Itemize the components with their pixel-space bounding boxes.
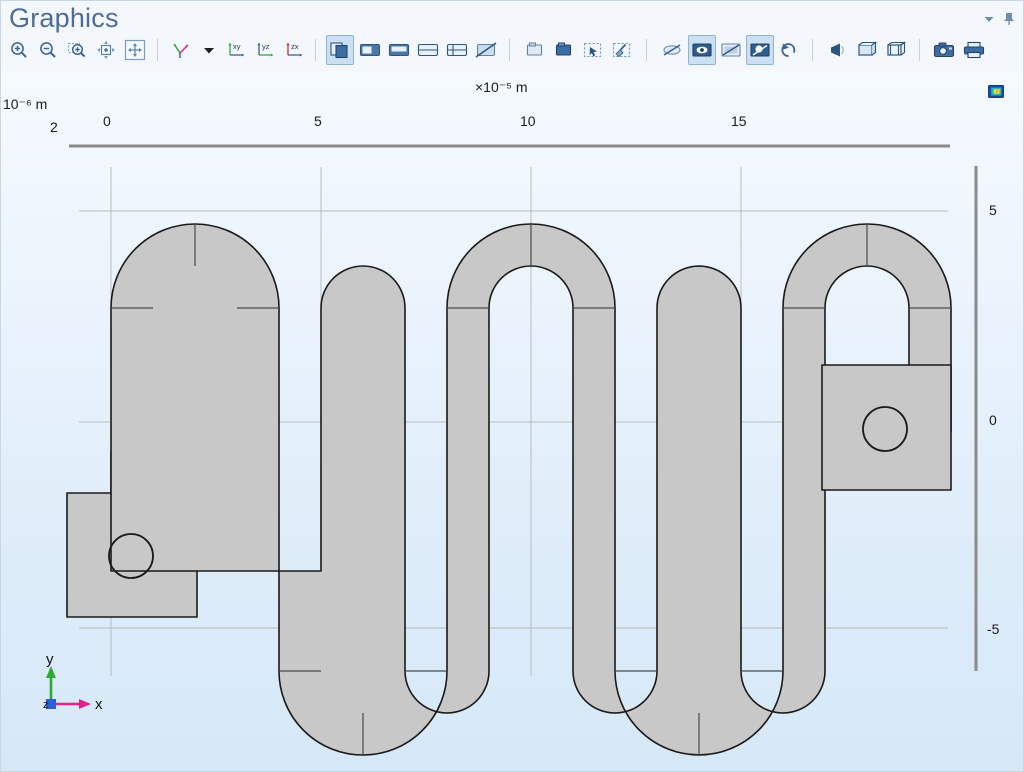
toolbar-separator [157,39,158,61]
view-xy-button[interactable]: xy [222,35,250,65]
show-geometry-button[interactable] [688,35,716,65]
view-cube-button[interactable] [853,35,881,65]
reset-arrow-icon [781,43,796,57]
broom-icon [612,42,631,58]
page-title: Graphics [9,3,119,33]
axis-triad: z y x [37,656,117,726]
pin-icon[interactable] [1001,11,1017,27]
graphics-header: Graphics xy yz zx [1,1,1023,71]
graphics-canvas[interactable]: ×10⁻⁵ m 10⁻⁶ m 0 5 10 15 2 5 0 -5 z y x [1,71,1023,771]
x-tick-label: 5 [314,113,322,129]
printer-icon [963,41,985,59]
zoom-in-icon [11,42,27,58]
zoom-in-button[interactable] [5,35,33,65]
view-z-plane-icon [417,43,439,57]
x-tick-label: 10 [520,113,536,129]
camera-icon [933,42,955,58]
hide-geometry-button[interactable] [472,35,500,65]
right-contact-pad [821,364,952,491]
go-to-default-view-button[interactable] [167,35,195,65]
serpentine-heater-geometry[interactable] [66,223,952,756]
triad-z-label: z [43,699,49,711]
show-material-button[interactable] [746,35,774,65]
toolbar-separator [646,39,647,61]
view-yz-button[interactable]: yz [251,35,279,65]
toolbar-separator [509,39,510,61]
svg-text:yz: yz [262,42,270,51]
chevron-down-icon [204,48,214,54]
select-box-icon [526,42,543,56]
view-z-plane-button[interactable] [414,35,442,65]
zoom-to-fit-icon [124,39,146,61]
x-tick-label: 0 [103,113,111,129]
toolbar-separator [315,39,316,61]
select-boundaries-button[interactable] [550,35,578,65]
zoom-extents-button[interactable] [92,35,120,65]
view-frame-button[interactable] [882,35,910,65]
view-w-plane-icon [446,43,468,57]
x-tick-label: 15 [731,113,747,129]
y-axis-unit-label: 10⁻⁶ m [3,96,48,112]
view-dropdown-button[interactable] [195,35,223,65]
chevron-down-icon[interactable] [981,11,997,27]
snapshot-button[interactable] [930,35,958,65]
toolbar-separator [919,39,920,61]
x-axis-unit-label: ×10⁻⁵ m [475,79,528,95]
select-box-full-icon [555,42,572,56]
axis-yz-icon: yz [257,42,274,57]
view-y-plane-button[interactable] [385,35,413,65]
view-y-plane-icon [388,43,410,57]
hide-wireframe-icon [721,43,741,57]
toolbar-separator [812,39,813,61]
zoom-out-button[interactable] [34,35,62,65]
graphics-window: Graphics xy yz zx ×10⁻⁵ m 10⁻⁶ m 0 5 10 … [0,0,1024,772]
svg-text:xy: xy [233,42,241,51]
speaker-icon [831,43,844,57]
y-tick-label: -5 [987,621,1000,637]
view-x-plane-button[interactable] [356,35,384,65]
y-tick-label: 2 [50,119,58,135]
hide-wireframe-button[interactable] [717,35,745,65]
zoom-to-fit-button[interactable] [121,35,149,65]
triad-x-arrowhead [79,699,91,709]
transparency-button[interactable] [658,35,686,65]
zoom-box-icon [68,43,86,58]
view-w-plane-button[interactable] [443,35,471,65]
zoom-box-button[interactable] [63,35,91,65]
view-zx-button[interactable]: zx [280,35,308,65]
triad-y-label: y [46,656,54,668]
select-box-region-button[interactable] [579,35,607,65]
geometry-drawing [66,144,978,756]
axis-xy-icon: xy [228,42,245,57]
clear-selection-button[interactable] [608,35,636,65]
hide-geometry-icon [475,42,497,58]
y-tick-label: 5 [989,202,997,218]
y-tick-label: 0 [989,412,997,428]
transparency-icon [663,44,681,56]
graphics-toolbar: xy yz zx [1,35,1023,69]
cube-frame-icon [887,41,907,56]
zoom-extents-icon [97,41,115,59]
sound-button[interactable] [823,35,851,65]
show-material-icon [750,43,770,57]
color-legend-icon[interactable] [981,77,1011,105]
scene-light-button[interactable] [326,35,354,65]
show-geometry-icon [692,43,712,57]
svg-text:zx: zx [291,42,299,51]
axis-zx-icon: zx [286,42,303,57]
print-button[interactable] [960,35,988,65]
select-region-icon [583,42,602,58]
zoom-out-icon [40,42,56,58]
scene-light-icon [330,42,348,59]
view-x-plane-icon [359,43,381,57]
cube-icon [858,41,878,56]
reset-hiding-button[interactable] [775,35,803,65]
select-all-button[interactable] [521,35,549,65]
triad-x-label: x [95,696,103,713]
axis-triad-icon [173,43,189,58]
